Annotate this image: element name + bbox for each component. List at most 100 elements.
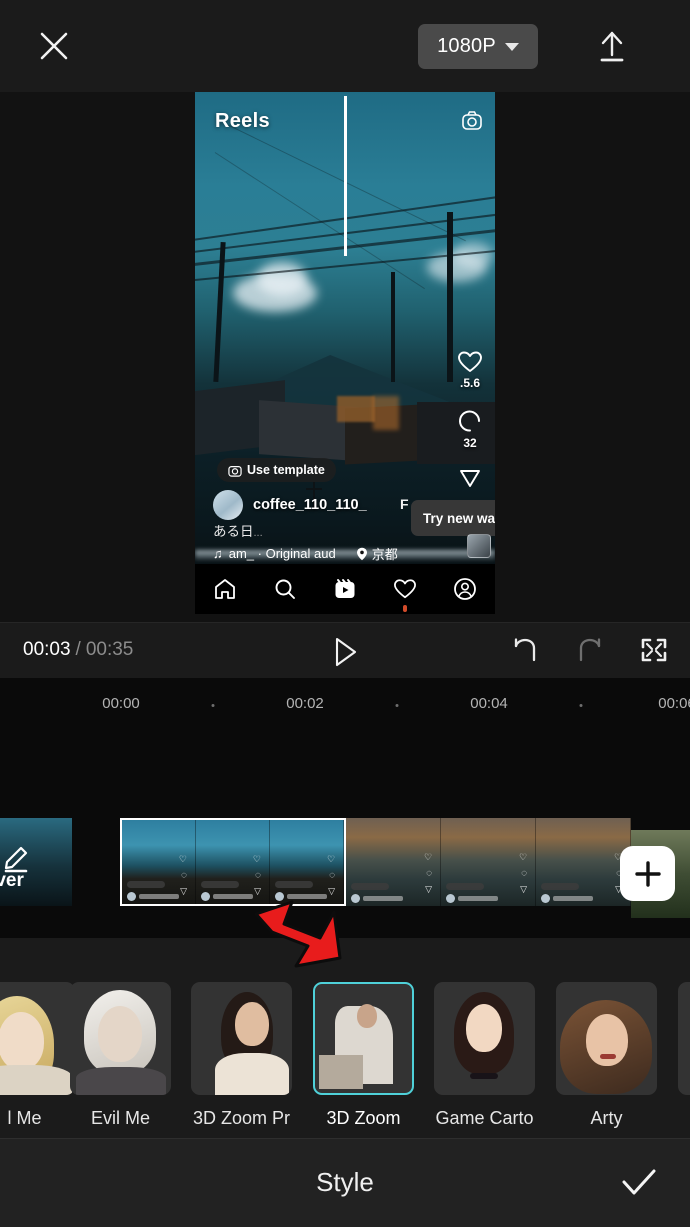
effect-thumbnail xyxy=(434,982,535,1095)
effect-thumbnail xyxy=(313,982,414,1095)
audio-label: am_ · Original aud xyxy=(228,546,336,561)
timeline-clip-selected[interactable]: ♡ ◌ ▽ ♡ ◌ ▽ ♡ ◌ ▽ xyxy=(120,818,346,906)
effect-thumbnail xyxy=(191,982,292,1095)
caption-text: ある日... xyxy=(213,520,263,540)
ruler-dot xyxy=(395,704,399,707)
effect-item-evil-me[interactable]: Evil Me xyxy=(70,982,171,1129)
effect-thumbnail xyxy=(0,982,75,1095)
ruler-tick: 00:06 xyxy=(658,695,690,712)
heart-icon[interactable] xyxy=(392,576,418,612)
notification-dot xyxy=(403,605,407,612)
effects-strip[interactable]: l Me Evil Me 3D Zoom Pr 3D Zoom Game Car… xyxy=(0,938,690,1138)
pencil-icon xyxy=(4,846,28,873)
caption-body: ある日 xyxy=(213,524,254,539)
effect-item-arty[interactable]: Arty xyxy=(556,982,657,1129)
current-time: 00:03 xyxy=(23,639,71,660)
instagram-nav-bar xyxy=(195,564,495,614)
effect-item-3d-zoom[interactable]: 3D Zoom xyxy=(313,982,414,1129)
share-button[interactable] xyxy=(449,466,491,490)
panel-title: Style xyxy=(316,1167,374,1197)
undo-icon xyxy=(514,638,536,662)
location-pin-icon xyxy=(356,547,367,560)
bottom-bar: Style xyxy=(0,1138,690,1227)
effect-thumbnail xyxy=(678,982,690,1095)
ruler-tick: 00:00 xyxy=(102,695,140,712)
camera-icon xyxy=(228,465,242,477)
confirm-button[interactable] xyxy=(618,1163,662,1203)
timeline-ruler[interactable]: 00:00 00:02 00:04 00:06 xyxy=(0,678,690,728)
follow-label[interactable]: F xyxy=(400,496,409,512)
chevron-down-icon xyxy=(504,42,519,51)
close-button[interactable] xyxy=(32,24,76,68)
upload-icon xyxy=(600,31,624,62)
close-icon xyxy=(40,32,68,60)
effect-item-angel-me[interactable]: l Me xyxy=(0,982,75,1129)
redo-icon xyxy=(579,638,601,662)
effect-label: Evil Me xyxy=(90,1108,150,1128)
effect-label: l Me xyxy=(7,1108,42,1128)
time-separator: / xyxy=(75,639,81,660)
avatar xyxy=(213,490,243,520)
plus-icon xyxy=(634,860,661,887)
ruler-dot xyxy=(579,704,583,707)
send-icon xyxy=(460,470,480,487)
export-button[interactable] xyxy=(588,22,636,70)
comment-count: 32 xyxy=(463,436,477,450)
cover-label: Cover xyxy=(0,870,24,891)
cloud-shape xyxy=(257,262,307,296)
timeline[interactable]: 00:00 00:02 00:04 00:06 Cover ♡◌▽ xyxy=(0,678,690,938)
effect-item-game-cartoon[interactable]: Game Carto xyxy=(434,982,535,1129)
author-row[interactable]: coffee_110_110_ xyxy=(213,490,367,520)
resolution-label: 1080P xyxy=(437,35,496,57)
use-template-button[interactable]: Use template xyxy=(217,458,336,482)
ruler-dot xyxy=(211,704,215,707)
fullscreen-button[interactable] xyxy=(638,635,674,669)
like-count: .5.6 xyxy=(459,376,480,390)
playback-bar: 00:03/00:35 xyxy=(0,622,690,678)
total-time: 00:35 xyxy=(85,639,134,660)
remix-tooltip: Try new ways to remix xyxy=(411,500,495,536)
play-icon xyxy=(335,637,357,667)
use-template-label: Use template xyxy=(247,463,325,477)
caption-ellipsis: ... xyxy=(253,527,263,539)
comment-icon xyxy=(459,410,480,432)
audio-thumbnail[interactable] xyxy=(467,534,491,558)
effect-label: Arty xyxy=(590,1108,623,1128)
home-icon[interactable] xyxy=(212,576,238,602)
effect-label: 3D Zoom Pr xyxy=(192,1108,291,1128)
timeline-track[interactable]: Cover ♡◌▽ ♡◌▽ ♡◌▽ xyxy=(0,818,690,906)
playhead[interactable] xyxy=(344,96,347,256)
effect-item-3d-zoom-pro[interactable]: 3D Zoom Pr xyxy=(191,982,292,1129)
effect-thumbnail xyxy=(70,982,171,1095)
timeline-clip[interactable]: ♡◌▽ ♡◌▽ ♡◌▽ xyxy=(346,818,631,906)
effect-label: 3D Zoom xyxy=(326,1108,401,1128)
comment-button[interactable]: 32 xyxy=(449,408,491,450)
resolution-button[interactable]: 1080P xyxy=(418,24,538,69)
username: coffee_110_110_ xyxy=(253,497,367,513)
effect-label: Game Carto xyxy=(435,1108,534,1128)
cover-thumbnail[interactable]: Cover xyxy=(0,818,72,906)
undo-button[interactable] xyxy=(508,635,546,669)
reels-title: Reels xyxy=(215,110,270,132)
music-note-icon: ♫ xyxy=(213,546,223,561)
location-row[interactable]: 京都 xyxy=(356,544,398,563)
play-button[interactable] xyxy=(325,633,365,671)
camera-icon[interactable] xyxy=(459,108,485,134)
reels-icon[interactable] xyxy=(332,576,358,602)
effect-thumbnail xyxy=(556,982,657,1095)
ruler-tick: 00:04 xyxy=(470,695,508,712)
ruler-tick: 00:02 xyxy=(286,695,324,712)
time-display: 00:03/00:35 xyxy=(23,639,133,661)
profile-icon[interactable] xyxy=(452,576,478,602)
fullscreen-icon xyxy=(641,638,667,662)
video-editor-screen: 1080P Reels .5.6 32 Use template coffee_… xyxy=(0,0,690,1227)
audio-row[interactable]: ♫ am_ · Original aud 京都 xyxy=(213,544,398,563)
location-label: 京都 xyxy=(371,547,398,562)
top-bar: 1080P xyxy=(0,0,690,92)
heart-icon xyxy=(458,351,482,372)
like-button[interactable]: .5.6 xyxy=(449,350,491,390)
search-icon[interactable] xyxy=(272,576,298,602)
effect-item-next[interactable]: C xyxy=(678,982,690,1129)
add-clip-button[interactable] xyxy=(620,846,675,901)
redo-button[interactable] xyxy=(573,635,611,669)
